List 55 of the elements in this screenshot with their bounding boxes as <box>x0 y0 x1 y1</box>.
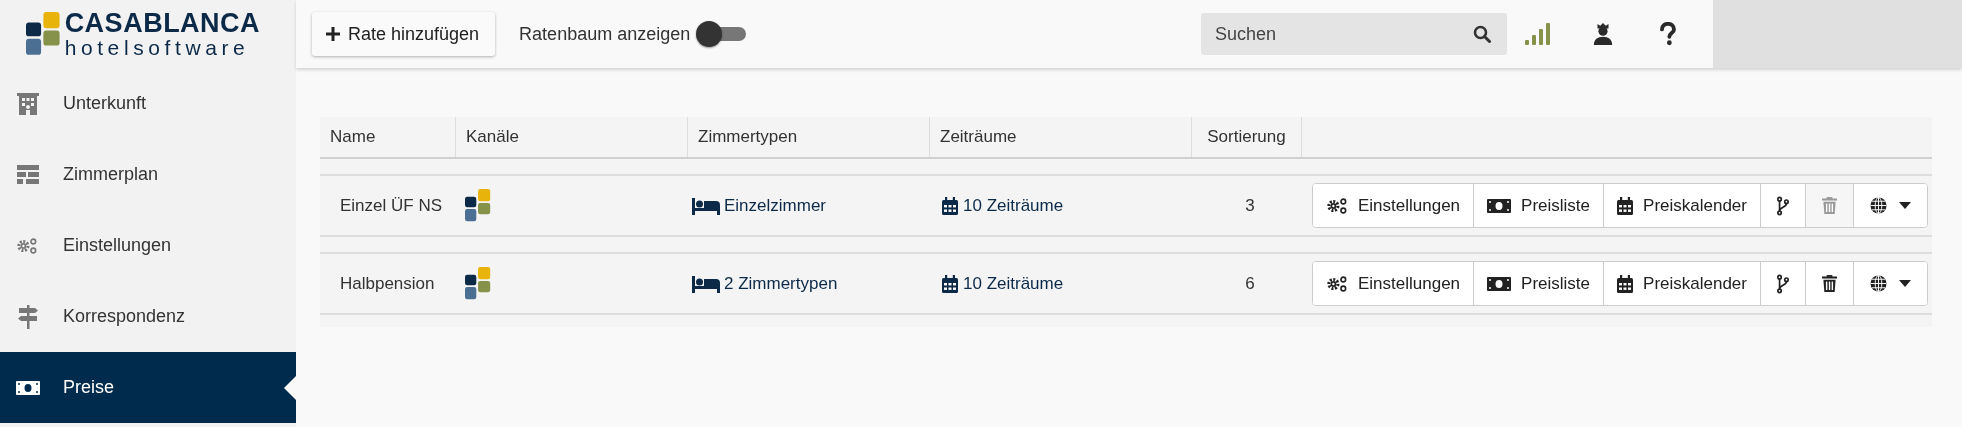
trash-icon <box>1822 197 1837 214</box>
periods-link[interactable]: 10 Zeiträume <box>930 273 1192 294</box>
trash-icon <box>1822 275 1837 292</box>
settings-button[interactable]: Einstellungen <box>1313 184 1475 227</box>
gears-icon <box>1326 274 1348 293</box>
calendar-icon <box>942 274 958 293</box>
banknote-icon <box>1487 198 1512 213</box>
column-header: Name <box>320 117 456 157</box>
banknote-icon <box>16 380 40 395</box>
room-types-link[interactable]: Einzelzimmer <box>688 195 930 216</box>
bed-icon <box>692 274 720 293</box>
plus-icon <box>326 27 340 41</box>
sidebar-item[interactable]: Unterkunft <box>0 68 296 139</box>
table-cell-text: Einzel ÜF NS <box>339 195 444 216</box>
periods-link[interactable]: 10 Zeiträume <box>930 195 1192 216</box>
toggle-switch[interactable] <box>696 20 747 48</box>
column-header: Kanäle <box>456 117 688 157</box>
settings-button[interactable]: Einstellungen <box>1313 262 1475 305</box>
channel-icon <box>465 189 492 222</box>
globe-icon <box>1870 275 1887 292</box>
branch-icon <box>1777 273 1789 294</box>
channel-icon <box>465 267 492 300</box>
gears-icon <box>16 236 38 255</box>
add-rate-button[interactable]: Rate hinzufügen <box>312 12 496 56</box>
room-types-link[interactable]: 2 Zimmertypen <box>688 273 930 294</box>
branch-icon <box>1777 195 1789 216</box>
column-header: Zeiträume <box>930 117 1192 157</box>
search-icon <box>1473 25 1491 43</box>
logo-tagline: hotelsoftware <box>64 37 251 58</box>
table-cell-text: 3 <box>1244 195 1256 216</box>
logo-icon <box>25 12 61 56</box>
column-header: Sortierung <box>1192 117 1302 157</box>
column-header: Zimmertypen <box>688 117 930 157</box>
sidebar-item[interactable]: Preise <box>0 352 296 423</box>
sidebar-item[interactable]: Korrespondenz <box>0 281 296 352</box>
active-pointer <box>284 375 296 400</box>
logo-name: CASABLANCA <box>64 10 261 37</box>
banknote-icon <box>1487 276 1512 291</box>
table-cell-text: 6 <box>1244 273 1256 294</box>
gears-icon <box>1326 196 1348 215</box>
signpost-icon <box>16 304 40 329</box>
search-field[interactable]: Suchen <box>1201 13 1507 55</box>
caret-icon <box>1899 202 1911 209</box>
calendar-icon <box>942 196 958 215</box>
table-cell-text: Halbpension <box>339 273 436 294</box>
sidebar-item[interactable]: Zimmerplan <box>0 139 296 210</box>
calendar-icon <box>1617 196 1634 215</box>
bed-icon <box>692 196 720 215</box>
globe-icon <box>1870 197 1887 214</box>
sidebar-item[interactable]: Einstellungen <box>0 210 296 281</box>
room-plan-icon <box>16 163 40 186</box>
calendar-icon <box>1617 274 1634 293</box>
caret-icon <box>1899 280 1911 287</box>
building-icon <box>16 91 40 116</box>
toggle-label: Ratenbaum anzeigen <box>519 23 691 45</box>
